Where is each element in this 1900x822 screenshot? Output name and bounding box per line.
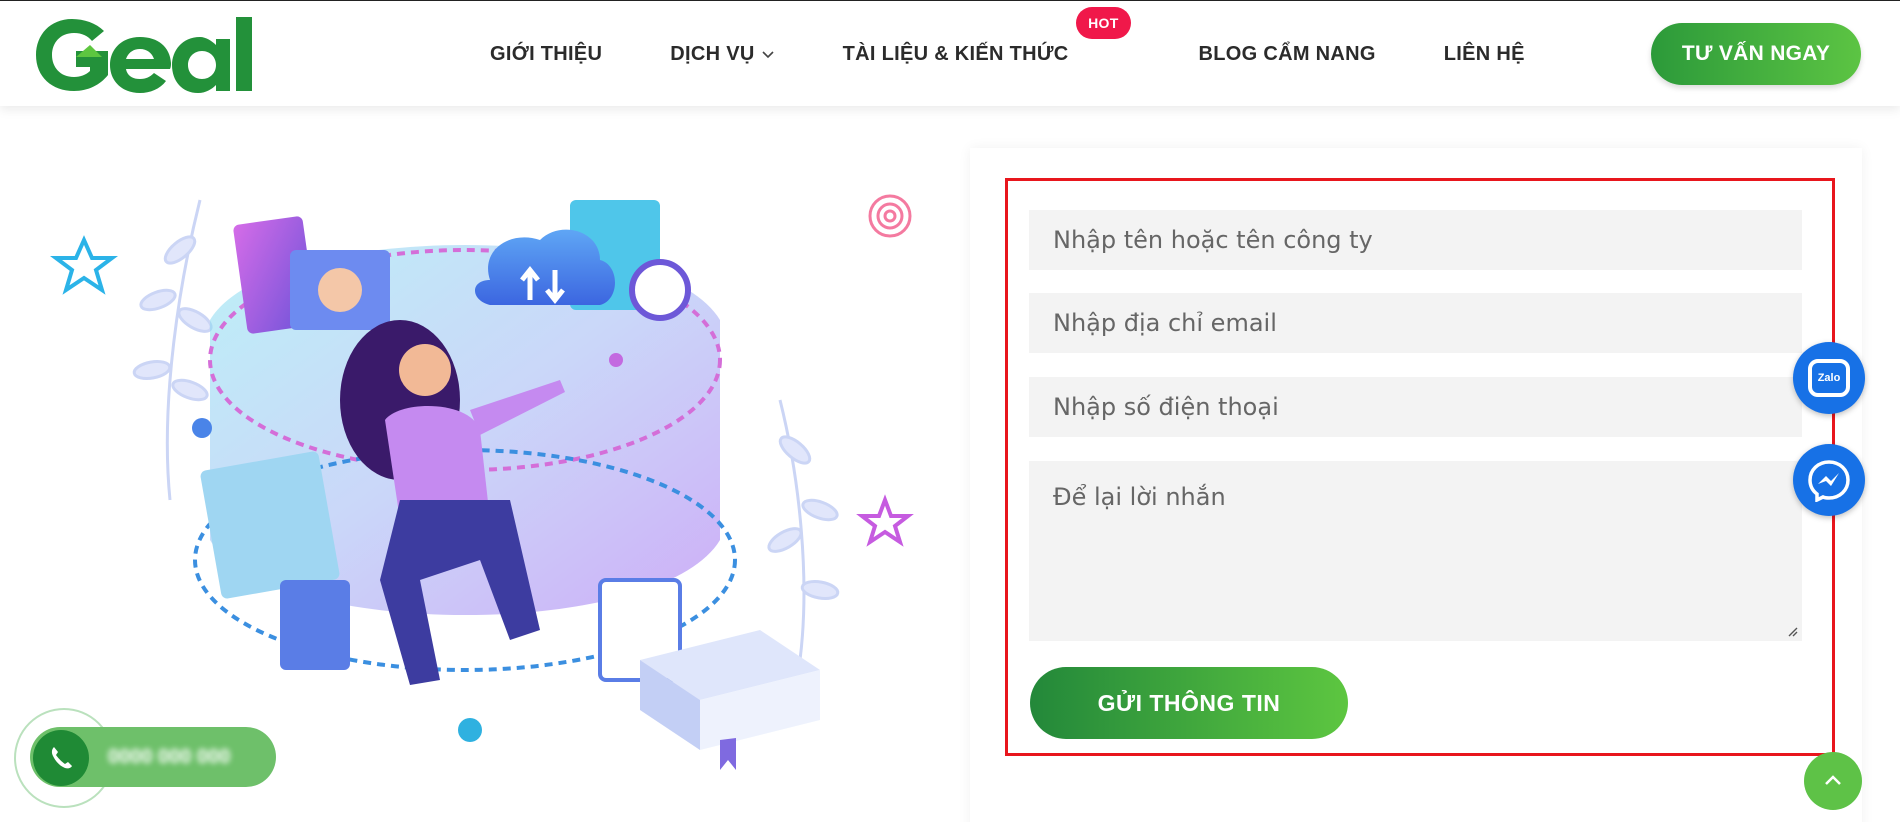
- zalo-chat-button[interactable]: Zalo: [1793, 342, 1865, 414]
- logo[interactable]: [32, 11, 272, 99]
- nav-label: LIÊN HỆ: [1443, 42, 1525, 65]
- phone-icon: [51, 747, 72, 769]
- zalo-label: Zalo: [1817, 372, 1841, 384]
- main-nav: GIỚI THIỆU DỊCH VỤ TÀI LIỆU & KIẾN THỨC …: [490, 1, 1593, 107]
- messenger-chat-button[interactable]: [1793, 444, 1865, 516]
- arrow-up-icon: [1825, 775, 1841, 785]
- scroll-to-top-button[interactable]: [1804, 752, 1862, 810]
- hot-badge: HOT: [1076, 6, 1131, 39]
- nav-label: GIỚI THIỆU: [490, 42, 603, 65]
- nav-item-lien-he[interactable]: LIÊN HỆ: [1444, 43, 1525, 66]
- hotline-number: 0000 000 000: [108, 745, 231, 768]
- nav-label: TÀI LIỆU & KIẾN THỨC: [842, 42, 1069, 65]
- nav-item-blog[interactable]: BLOG CẨM NANG: [1199, 43, 1376, 66]
- site-header: GIỚI THIỆU DỊCH VỤ TÀI LIỆU & KIẾN THỨC …: [0, 0, 1900, 106]
- nav-label: BLOG CẨM NANG: [1198, 42, 1376, 65]
- zalo-icon: Zalo: [1808, 359, 1850, 397]
- call-button[interactable]: [33, 730, 89, 786]
- hero-illustration: [50, 194, 914, 770]
- nav-item-gioi-thieu[interactable]: GIỚI THIỆU: [490, 43, 602, 66]
- nav-item-dich-vu[interactable]: DỊCH VỤ: [670, 43, 774, 66]
- consult-now-button[interactable]: TƯ VẤN NGAY: [1651, 23, 1861, 85]
- chevron-down-icon: [762, 51, 774, 59]
- form-highlight-box: [1005, 178, 1835, 756]
- messenger-icon: [1808, 460, 1850, 502]
- nav-item-tai-lieu[interactable]: TÀI LIỆU & KIẾN THỨC HOT: [842, 6, 1131, 66]
- page: GIỚI THIỆU DỊCH VỤ TÀI LIỆU & KIẾN THỨC …: [0, 0, 1900, 822]
- nav-label: DỊCH VỤ: [670, 42, 755, 65]
